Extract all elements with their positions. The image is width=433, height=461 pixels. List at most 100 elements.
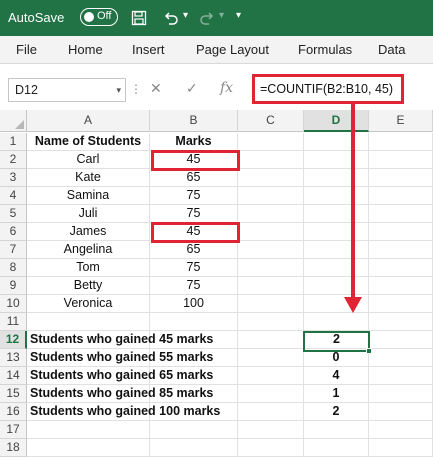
grid-cell[interactable]	[238, 259, 304, 277]
column-header-d[interactable]: D	[304, 110, 369, 132]
grid-cell[interactable]	[369, 439, 433, 457]
header-marks[interactable]: Marks	[150, 133, 238, 151]
student-name-cell[interactable]: Veronica	[27, 295, 150, 313]
row-header-2[interactable]: 2	[0, 151, 27, 169]
row-header-10[interactable]: 10	[0, 295, 27, 313]
grid-cell[interactable]	[369, 421, 433, 439]
grid-cell[interactable]	[238, 151, 304, 169]
grid-cell[interactable]	[238, 241, 304, 259]
grid-cell[interactable]	[238, 349, 304, 367]
grid-cell[interactable]	[369, 313, 433, 331]
row-header-17[interactable]: 17	[0, 421, 27, 439]
grid-cell[interactable]	[369, 259, 433, 277]
column-header-e[interactable]: E	[369, 110, 433, 132]
grid-cell[interactable]	[369, 331, 433, 349]
grid-cell[interactable]	[369, 349, 433, 367]
enter-icon[interactable]: ✓	[186, 80, 198, 97]
column-header-b[interactable]: B	[150, 110, 238, 132]
tab-data[interactable]: Data	[378, 42, 405, 57]
undo-dropdown-icon[interactable]: ▾	[183, 10, 188, 21]
grid-cell[interactable]	[304, 241, 369, 259]
summary-count-cell[interactable]: 2	[304, 403, 369, 421]
summary-count-cell[interactable]: 1	[304, 385, 369, 403]
row-header-16[interactable]: 16	[0, 403, 27, 421]
grid-cell[interactable]	[304, 151, 369, 169]
column-header-a[interactable]: A	[27, 110, 150, 132]
grid-cell[interactable]	[150, 421, 238, 439]
header-name-of-students[interactable]: Name of Students	[27, 133, 150, 151]
summary-label[interactable]: Students who gained 45 marks	[30, 331, 213, 349]
save-icon[interactable]	[128, 7, 150, 29]
autosave-toggle[interactable]: Off	[80, 8, 118, 26]
fill-handle[interactable]	[366, 348, 372, 354]
grid-cell[interactable]	[238, 367, 304, 385]
select-all-corner[interactable]	[0, 110, 27, 132]
grid-cell[interactable]	[304, 223, 369, 241]
grid-cell[interactable]	[238, 331, 304, 349]
grid-cell[interactable]	[238, 223, 304, 241]
student-name-cell[interactable]: Carl	[27, 151, 150, 169]
summary-count-cell[interactable]: 4	[304, 367, 369, 385]
row-header-9[interactable]: 9	[0, 277, 27, 295]
student-marks-cell[interactable]: 75	[150, 277, 238, 295]
name-box[interactable]: D12 ▾	[8, 78, 126, 102]
grid-cell[interactable]	[27, 421, 150, 439]
undo-icon[interactable]	[160, 7, 182, 29]
grid-cell[interactable]	[369, 133, 433, 151]
grid-cell[interactable]	[369, 205, 433, 223]
student-marks-cell[interactable]: 100	[150, 295, 238, 313]
row-header-3[interactable]: 3	[0, 169, 27, 187]
grid-cell[interactable]	[304, 169, 369, 187]
active-cell-d12[interactable]	[303, 331, 370, 352]
grid-cell[interactable]	[369, 367, 433, 385]
row-header-15[interactable]: 15	[0, 385, 27, 403]
grid-cell[interactable]	[238, 277, 304, 295]
row-header-11[interactable]: 11	[0, 313, 27, 331]
grid-cell[interactable]	[238, 403, 304, 421]
grid-cell[interactable]	[304, 187, 369, 205]
grid-cell[interactable]	[27, 439, 150, 457]
summary-label[interactable]: Students who gained 100 marks	[30, 403, 220, 421]
grid-cell[interactable]	[238, 295, 304, 313]
row-header-4[interactable]: 4	[0, 187, 27, 205]
grid-cell[interactable]	[238, 421, 304, 439]
redo-dropdown-icon[interactable]: ▾	[219, 10, 224, 21]
redo-icon[interactable]	[196, 7, 218, 29]
summary-label[interactable]: Students who gained 85 marks	[30, 385, 213, 403]
grid-cell[interactable]	[238, 385, 304, 403]
grid-cell[interactable]	[27, 313, 150, 331]
student-marks-cell[interactable]: 75	[150, 205, 238, 223]
grid-cell[interactable]	[369, 223, 433, 241]
grid-cell[interactable]	[238, 169, 304, 187]
grid-cell[interactable]	[369, 169, 433, 187]
row-header-1[interactable]: 1	[0, 133, 27, 151]
formula-bar-grip-icon[interactable]: ⋮	[130, 82, 142, 96]
grid-cell[interactable]	[238, 313, 304, 331]
row-header-12[interactable]: 12	[0, 331, 27, 349]
row-header-7[interactable]: 7	[0, 241, 27, 259]
row-header-13[interactable]: 13	[0, 349, 27, 367]
student-name-cell[interactable]: Tom	[27, 259, 150, 277]
grid-cell[interactable]	[304, 205, 369, 223]
summary-label[interactable]: Students who gained 55 marks	[30, 349, 213, 367]
grid-cell[interactable]	[150, 313, 238, 331]
student-marks-cell[interactable]: 75	[150, 259, 238, 277]
tab-formulas[interactable]: Formulas	[298, 42, 352, 57]
grid-cell[interactable]	[369, 187, 433, 205]
grid-cell[interactable]	[369, 277, 433, 295]
student-name-cell[interactable]: Betty	[27, 277, 150, 295]
student-name-cell[interactable]: James	[27, 223, 150, 241]
student-marks-cell[interactable]: 65	[150, 169, 238, 187]
grid-cell[interactable]	[304, 133, 369, 151]
tab-insert[interactable]: Insert	[132, 42, 165, 57]
tab-home[interactable]: Home	[68, 42, 103, 57]
tab-file[interactable]: File	[16, 42, 37, 57]
student-name-cell[interactable]: Kate	[27, 169, 150, 187]
grid-cell[interactable]	[304, 277, 369, 295]
grid-cell[interactable]	[304, 421, 369, 439]
customize-toolbar-icon[interactable]: ▾	[236, 10, 241, 21]
name-box-dropdown-icon[interactable]: ▾	[116, 79, 121, 101]
tab-page-layout[interactable]: Page Layout	[196, 42, 269, 57]
grid-cell[interactable]	[238, 205, 304, 223]
grid-cell[interactable]	[369, 295, 433, 313]
